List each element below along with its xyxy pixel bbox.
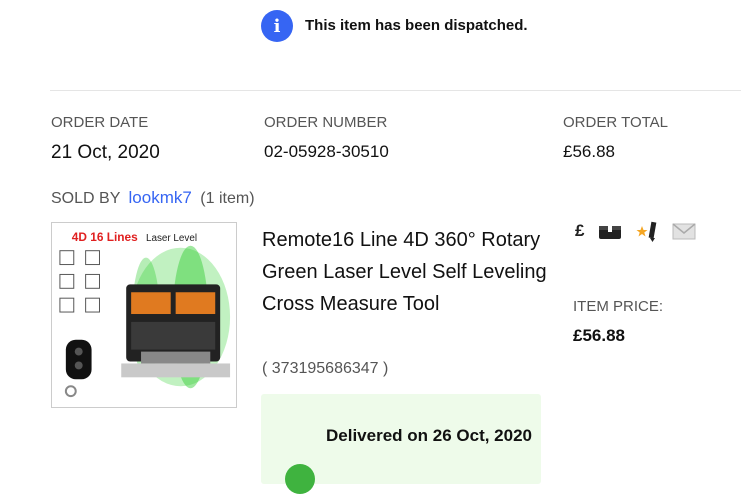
delivered-check-icon bbox=[285, 464, 315, 494]
image-label-black: Laser Level bbox=[146, 233, 197, 244]
item-price-value: £56.88 bbox=[573, 326, 625, 345]
pound-icon[interactable]: £ bbox=[575, 221, 584, 241]
seller-link[interactable]: lookmk7 bbox=[129, 188, 192, 207]
order-date-value: 21 Oct, 2020 bbox=[51, 142, 160, 163]
order-total-value: £56.88 bbox=[563, 142, 615, 161]
message-icon[interactable] bbox=[672, 222, 696, 240]
delivery-status-text: Delivered on 26 Oct, 2020 bbox=[326, 426, 532, 445]
item-action-icons: £ bbox=[575, 220, 696, 242]
feedback-icon[interactable] bbox=[636, 220, 658, 242]
item-number: ( 373195686347 ) bbox=[262, 360, 389, 377]
order-date-label: ORDER DATE bbox=[51, 114, 149, 131]
order-number-label: ORDER NUMBER bbox=[264, 114, 388, 131]
seller-item-count: (1 item) bbox=[200, 190, 255, 207]
sold-by-line: SOLD BY lookmk7 (1 item) bbox=[51, 188, 255, 208]
item-price-label: ITEM PRICE: bbox=[573, 298, 664, 315]
shipping-box-icon[interactable] bbox=[598, 222, 622, 240]
info-icon-glyph: i bbox=[273, 15, 281, 37]
image-label-red: 4D 16 Lines bbox=[72, 230, 138, 244]
divider bbox=[50, 90, 741, 91]
info-icon: i bbox=[261, 10, 293, 42]
item-title-link[interactable]: Remote16 Line 4D 360° Rotary Green Laser… bbox=[262, 224, 552, 320]
dispatch-status-message: This item has been dispatched. bbox=[305, 17, 528, 34]
product-image[interactable]: 4D 16 Lines Laser Level bbox=[51, 222, 237, 408]
order-total-label: ORDER TOTAL bbox=[563, 114, 669, 131]
sold-by-label: SOLD BY bbox=[51, 190, 121, 207]
order-number-value: 02-05928-30510 bbox=[264, 142, 389, 161]
